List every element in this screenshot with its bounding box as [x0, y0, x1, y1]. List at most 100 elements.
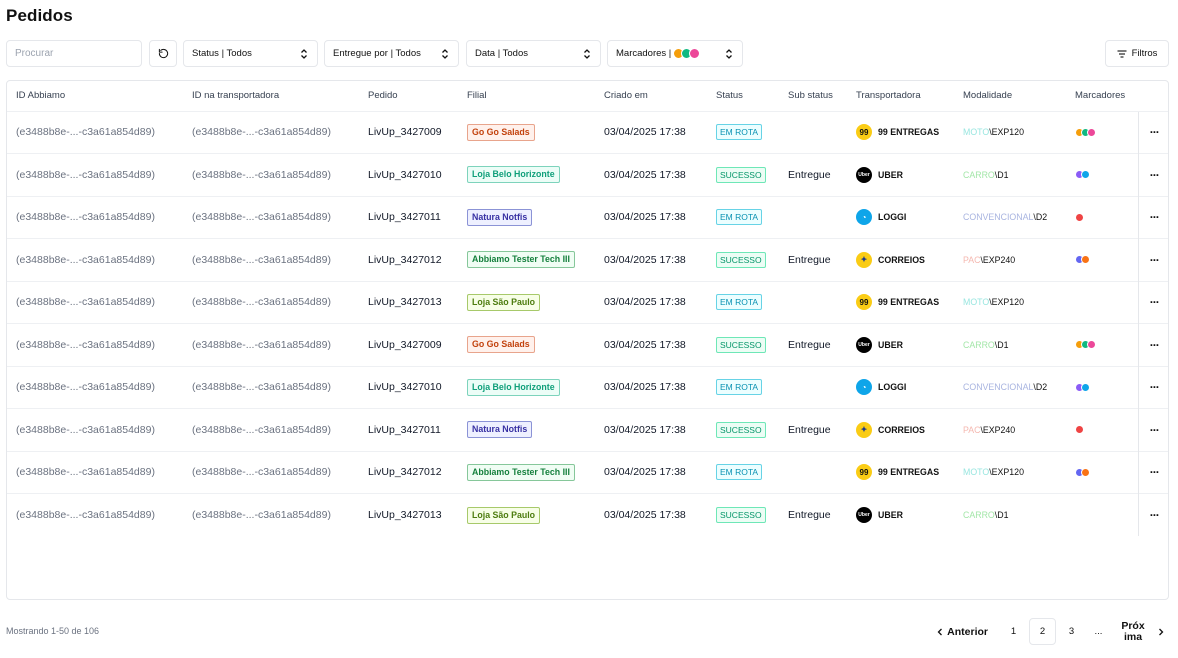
cell-carrier-id[interactable]: (e3488b8e-...-c3a61a854d89)	[183, 110, 359, 154]
markers-filter-select[interactable]: Marcadores |	[607, 40, 743, 67]
more-actions-icon[interactable]: ···	[1150, 125, 1160, 139]
branch-tag: Go Go Salads	[467, 123, 535, 141]
more-actions-icon[interactable]: ···	[1150, 380, 1160, 394]
search-input[interactable]	[6, 40, 142, 67]
cell-carrier-id[interactable]: (e3488b8e-...-c3a61a854d89)	[183, 195, 359, 239]
more-actions-icon[interactable]: ···	[1150, 295, 1160, 309]
cell-carrier: ◔ LOGGI	[847, 365, 954, 409]
more-actions-icon[interactable]: ···	[1150, 338, 1160, 352]
cell-carrier-id[interactable]: (e3488b8e-...-c3a61a854d89)	[183, 323, 359, 366]
cell-id-abbiamo[interactable]: (e3488b8e-...-c3a61a854d89)	[7, 110, 183, 154]
previous-page-label: Anterior	[947, 625, 988, 638]
cell-id-abbiamo[interactable]: (e3488b8e-...-c3a61a854d89)	[7, 450, 183, 494]
cell-carrier-id[interactable]: (e3488b8e-...-c3a61a854d89)	[183, 365, 359, 409]
marker-dot	[1087, 340, 1096, 350]
more-actions-icon[interactable]: ···	[1150, 508, 1160, 522]
cell-id-abbiamo[interactable]: (e3488b8e-...-c3a61a854d89)	[7, 408, 183, 451]
cell-id-abbiamo[interactable]: (e3488b8e-...-c3a61a854d89)	[7, 365, 183, 409]
next-page-button[interactable]: Próx ima	[1112, 618, 1154, 645]
cell-id-abbiamo[interactable]: (e3488b8e-...-c3a61a854d89)	[7, 280, 183, 324]
cell-id-abbiamo[interactable]: (e3488b8e-...-c3a61a854d89)	[7, 493, 183, 536]
cell-carrier-id[interactable]: (e3488b8e-...-c3a61a854d89)	[183, 153, 359, 196]
header-carrier[interactable]: Transportadora	[847, 81, 954, 111]
table-row[interactable]: (e3488b8e-...-c3a61a854d89) (e3488b8e-..…	[7, 323, 1168, 366]
date-filter-select[interactable]: Data | Todos	[466, 40, 601, 67]
chevron-updown-icon	[299, 48, 309, 60]
cell-carrier-id[interactable]: (e3488b8e-...-c3a61a854d89)	[183, 238, 359, 281]
cell-carrier-id[interactable]: (e3488b8e-...-c3a61a854d89)	[183, 408, 359, 451]
table-row[interactable]: (e3488b8e-...-c3a61a854d89) (e3488b8e-..…	[7, 408, 1168, 451]
cell-modality: PAC\EXP240	[954, 238, 1066, 281]
cell-carrier-id[interactable]: (e3488b8e-...-c3a61a854d89)	[183, 450, 359, 494]
more-actions-icon[interactable]: ···	[1150, 465, 1160, 479]
cell-id-abbiamo[interactable]: (e3488b8e-...-c3a61a854d89)	[7, 153, 183, 196]
carrier-logo-icon: Uber	[856, 166, 872, 183]
status-filter-select[interactable]: Status | Todos	[183, 40, 318, 67]
header-order[interactable]: Pedido	[359, 81, 458, 111]
cell-id-abbiamo[interactable]: (e3488b8e-...-c3a61a854d89)	[7, 238, 183, 281]
delivered-by-filter-select[interactable]: Entregue por | Todos	[324, 40, 459, 67]
cell-order[interactable]: LivUp_3427013	[359, 280, 458, 324]
cell-status: SUCESSO	[707, 493, 779, 536]
more-actions-icon[interactable]: ···	[1150, 423, 1160, 437]
cell-branch: Loja Belo Horizonte	[458, 153, 595, 196]
cell-carrier-id[interactable]: (e3488b8e-...-c3a61a854d89)	[183, 280, 359, 324]
more-actions-icon[interactable]: ···	[1150, 253, 1160, 267]
cell-actions: ···	[1137, 408, 1168, 451]
header-status[interactable]: Status	[707, 81, 779, 111]
cell-order[interactable]: LivUp_3427010	[359, 153, 458, 196]
more-actions-icon[interactable]: ···	[1150, 168, 1160, 182]
chevron-updown-icon	[582, 48, 592, 60]
header-markers[interactable]: Marcadores	[1066, 81, 1138, 111]
cell-status: EM ROTA	[707, 280, 779, 324]
modality-code: \D2	[1033, 382, 1048, 393]
cell-carrier: ◔ LOGGI	[847, 195, 954, 239]
table-row[interactable]: (e3488b8e-...-c3a61a854d89) (e3488b8e-..…	[7, 110, 1168, 154]
table-row[interactable]: (e3488b8e-...-c3a61a854d89) (e3488b8e-..…	[7, 280, 1168, 324]
chevron-right-icon[interactable]	[1154, 618, 1168, 645]
cell-carrier-id[interactable]: (e3488b8e-...-c3a61a854d89)	[183, 493, 359, 536]
header-id-abbiamo[interactable]: ID Abbiamo	[7, 81, 183, 111]
cell-branch: Natura Notfis	[458, 408, 595, 451]
cell-order[interactable]: LivUp_3427013	[359, 493, 458, 536]
cell-order[interactable]: LivUp_3427012	[359, 238, 458, 281]
cell-id-abbiamo[interactable]: (e3488b8e-...-c3a61a854d89)	[7, 195, 183, 239]
header-modality[interactable]: Modalidade	[954, 81, 1066, 111]
table-row[interactable]: (e3488b8e-...-c3a61a854d89) (e3488b8e-..…	[7, 153, 1168, 196]
cell-order[interactable]: LivUp_3427011	[359, 195, 458, 239]
cell-carrier: ✦ CORREIOS	[847, 408, 954, 451]
page-3-button[interactable]: 3	[1058, 618, 1085, 645]
table-row[interactable]: (e3488b8e-...-c3a61a854d89) (e3488b8e-..…	[7, 365, 1168, 409]
refresh-icon	[158, 48, 168, 59]
cell-order[interactable]: LivUp_3427010	[359, 365, 458, 409]
cell-carrier: 99 99 ENTREGAS	[847, 450, 954, 494]
cell-id-abbiamo[interactable]: (e3488b8e-...-c3a61a854d89)	[7, 323, 183, 366]
cell-actions: ···	[1137, 323, 1168, 366]
header-sub-status[interactable]: Sub status	[779, 81, 847, 111]
cell-actions: ···	[1137, 280, 1168, 324]
status-badge: SUCESSO	[716, 166, 766, 183]
cell-created: 03/04/2025 17:38	[595, 450, 707, 494]
previous-page-button[interactable]: Anterior	[933, 618, 992, 645]
cell-order[interactable]: LivUp_3427012	[359, 450, 458, 494]
page-1-button[interactable]: 1	[1000, 618, 1027, 645]
header-carrier-id[interactable]: ID na transportadora	[183, 81, 359, 111]
refresh-button[interactable]	[149, 40, 177, 67]
cell-order[interactable]: LivUp_3427009	[359, 323, 458, 366]
cell-order[interactable]: LivUp_3427009	[359, 110, 458, 154]
orders-table: ID Abbiamo ID na transportadora Pedido F…	[6, 80, 1169, 600]
cell-modality: MOTO\EXP120	[954, 280, 1066, 324]
carrier: Uber UBER	[856, 166, 945, 183]
cell-order[interactable]: LivUp_3427011	[359, 408, 458, 451]
table-row[interactable]: (e3488b8e-...-c3a61a854d89) (e3488b8e-..…	[7, 195, 1168, 239]
page-2-button[interactable]: 2	[1029, 618, 1056, 645]
more-actions-icon[interactable]: ···	[1150, 210, 1160, 224]
filters-button[interactable]: Filtros	[1105, 40, 1169, 67]
cell-sub-status	[779, 450, 847, 494]
branch-tag: Abbiamo Tester Tech III	[467, 463, 575, 481]
table-row[interactable]: (e3488b8e-...-c3a61a854d89) (e3488b8e-..…	[7, 450, 1168, 494]
table-row[interactable]: (e3488b8e-...-c3a61a854d89) (e3488b8e-..…	[7, 238, 1168, 281]
table-row[interactable]: (e3488b8e-...-c3a61a854d89) (e3488b8e-..…	[7, 493, 1168, 536]
header-branch[interactable]: Filial	[458, 81, 595, 111]
header-created[interactable]: Criado em	[595, 81, 707, 111]
